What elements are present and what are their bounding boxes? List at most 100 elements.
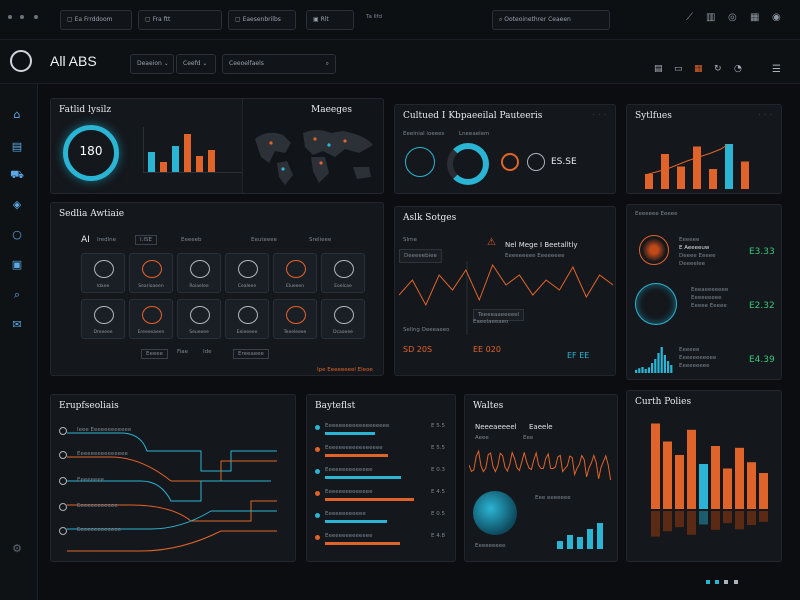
- row-icon: [315, 513, 320, 518]
- tab-label: Ea Frrddoom: [74, 16, 113, 23]
- tab-2[interactable]: ▢ Fra ftt: [138, 10, 222, 30]
- chart-bar: [644, 369, 647, 373]
- window-dot[interactable]: [8, 15, 12, 19]
- tile-label: Ereeeeaeen: [137, 330, 165, 335]
- route-item[interactable]: Eeeeeeeeeeeee: [77, 527, 121, 533]
- item-value: E2.32: [749, 301, 775, 311]
- calendar-icon[interactable]: ▦: [694, 64, 703, 74]
- tile[interactable]: Cealeee: [225, 253, 269, 293]
- row-value: E 4.8: [431, 533, 445, 539]
- footer-button[interactable]: Eeeee: [141, 349, 169, 359]
- item-line: Eeeeee: [679, 347, 700, 353]
- window-dot[interactable]: [34, 15, 38, 19]
- toolbar-item[interactable]: Srelieee: [309, 237, 331, 243]
- footer-button[interactable]: Ide: [203, 349, 212, 355]
- tile-icon: [142, 260, 162, 278]
- edit-icon[interactable]: ⟋: [686, 12, 693, 23]
- stack-item-3[interactable]: Eeeeee Eeeeeeeeeee Eeeeeeeee E4.39: [633, 337, 779, 377]
- top-search[interactable]: ⌕ Ooteoinethrer Ceaeen: [492, 10, 610, 30]
- folder-icon[interactable]: ▣: [10, 258, 24, 272]
- curth-chart: [651, 423, 768, 537]
- hamburger-icon[interactable]: ☰: [772, 64, 781, 75]
- filter-dropdown-1[interactable]: Deaeion ⌄: [130, 54, 174, 74]
- tile[interactable]: Eoelcae: [321, 253, 365, 293]
- document-icon[interactable]: ▤: [10, 140, 24, 154]
- tile[interactable]: Ereeeeaeen: [129, 299, 173, 339]
- stat-box: SD 20S: [403, 345, 433, 354]
- chart-bar: [677, 166, 685, 189]
- tab-5[interactable]: Ta llfd: [366, 14, 382, 20]
- pager[interactable]: [706, 578, 741, 586]
- profile-icon[interactable]: ◉: [772, 12, 781, 23]
- row-label: Eeeeeeeeeeeeee: [325, 533, 373, 539]
- grid-icon[interactable]: ▦: [750, 12, 759, 23]
- pager-dot[interactable]: [733, 580, 738, 584]
- globe-icon[interactable]: ◎: [728, 12, 737, 23]
- footer-button[interactable]: Ereeaeee: [233, 349, 269, 359]
- sub-label: Eeeinial loeees: [403, 131, 445, 137]
- settings-icon[interactable]: ⚙: [10, 542, 24, 556]
- footer-button[interactable]: Fiae: [177, 349, 188, 355]
- alert-icon[interactable]: ◈: [10, 198, 24, 212]
- node-icon: [59, 527, 67, 535]
- refresh-icon[interactable]: ↻: [714, 64, 722, 74]
- tile[interactable]: Roiaelee: [177, 253, 221, 293]
- stack-item-2[interactable]: Eeeaeeeeeee Eeeeeeeee Eeeee Eeeee E2.32: [633, 281, 779, 329]
- list-icon[interactable]: ▤: [654, 64, 663, 74]
- more-icon[interactable]: · · ·: [758, 112, 773, 119]
- tile[interactable]: Dreeeee: [81, 299, 125, 339]
- window-icon[interactable]: ▥: [706, 12, 715, 23]
- pager-dot[interactable]: [715, 580, 720, 584]
- row-value: E 5.5: [431, 445, 445, 451]
- row-bar: [325, 498, 414, 501]
- route-item[interactable]: Eeeeeeeeeeeeeee: [77, 451, 128, 457]
- toolbar-item[interactable]: Eeuteeee: [251, 237, 277, 243]
- tab-label: Rlt: [320, 16, 329, 23]
- card-icon[interactable]: ▭: [674, 64, 683, 74]
- chart-bar: [148, 152, 155, 172]
- row-label: Eeeeeeeeeeeeeeeee: [325, 445, 383, 451]
- tab-3[interactable]: ▢ Eaesenbrilbs: [228, 10, 296, 30]
- tile[interactable]: Dcaoeee: [321, 299, 365, 339]
- toolbar-item[interactable]: I.ISE: [135, 235, 157, 245]
- route-item[interactable]: Eeeeeeeeeeee: [77, 503, 118, 509]
- toolbar-item[interactable]: Iredlne: [97, 237, 116, 243]
- donut-gauge: [447, 143, 489, 185]
- tile[interactable]: Eeieeeee: [225, 299, 269, 339]
- bell-icon[interactable]: ◔: [734, 64, 742, 74]
- tile-label: Cealeee: [237, 284, 257, 289]
- filter-label: Ceefd: [183, 60, 201, 67]
- tab-4[interactable]: ▣ Rlt: [306, 10, 354, 30]
- panel-link[interactable]: Ipe Eeeeeeeel Eleoe: [317, 367, 373, 373]
- route-item[interactable]: Eeeeeeee: [77, 477, 104, 483]
- pager-dot[interactable]: [706, 580, 710, 584]
- tile[interactable]: Elueeen: [273, 253, 317, 293]
- tile[interactable]: Idaee: [81, 253, 125, 293]
- item-value: E4.39: [749, 355, 775, 365]
- tile[interactable]: Searioaeen: [129, 253, 173, 293]
- tile[interactable]: Seueeee: [177, 299, 221, 339]
- mail-icon[interactable]: ✉: [10, 318, 24, 332]
- stack-item-1[interactable]: Eeeeee E Aeeeeuw Deeee Eeeee Deeeelee E3…: [633, 229, 779, 273]
- more-icon[interactable]: · · ·: [592, 112, 607, 119]
- pager-dot[interactable]: [724, 580, 729, 584]
- tile[interactable]: Teeeleeee: [273, 299, 317, 339]
- item-line: E Aeeeeuw: [679, 245, 710, 251]
- toolbar-item[interactable]: Eeeeeb: [181, 237, 202, 243]
- car-icon[interactable]: ⛟: [10, 168, 24, 182]
- tab-1[interactable]: ▢ Ea Frrddoom: [60, 10, 132, 30]
- circle-icon[interactable]: ○: [10, 228, 24, 242]
- header-search[interactable]: Ceeoelfaels ⌕: [222, 54, 336, 74]
- chart-bar: [723, 468, 732, 509]
- radar-icon: [635, 283, 677, 325]
- filter-dropdown-2[interactable]: Ceefd ⌄: [176, 54, 216, 74]
- panel-title: Sytlfues: [635, 111, 672, 121]
- bar-reflection: [699, 511, 708, 525]
- window-dot[interactable]: [20, 15, 24, 19]
- home-icon[interactable]: ⌂: [10, 108, 24, 122]
- search-icon[interactable]: ⌕: [10, 288, 24, 302]
- foot-label: Eeeeeeeee: [475, 543, 506, 549]
- alert-title: Nel Mege I Beetalltly: [505, 241, 578, 249]
- route-item[interactable]: Ieee Eeeeeeeeeeee: [77, 427, 131, 433]
- waltes-bars: [557, 523, 603, 549]
